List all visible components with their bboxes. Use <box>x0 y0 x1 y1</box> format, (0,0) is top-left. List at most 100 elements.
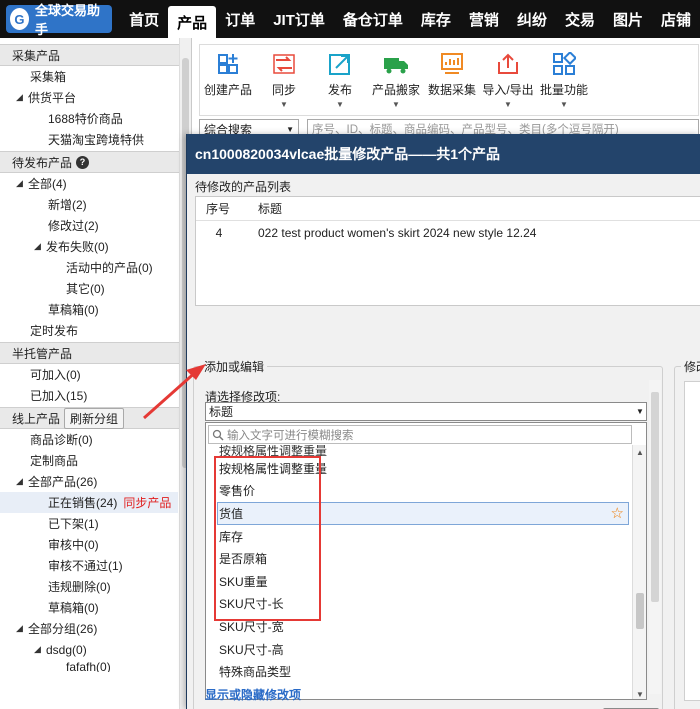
sidebar-item-supply-platform[interactable]: ◢ 供货平台 <box>0 87 191 108</box>
scroll-up-icon[interactable]: ▲ <box>633 445 646 459</box>
sidebar-item-can-join[interactable]: 可加入(0) <box>0 364 191 385</box>
section-online-products[interactable]: 线上产品 刷新分组 <box>0 407 191 429</box>
import-export-button[interactable]: 导入/导出 ▼ <box>480 51 536 115</box>
sidebar-item-publish-failed[interactable]: ◢ 发布失败(0) <box>0 236 191 257</box>
section-title: 线上产品 <box>12 411 61 426</box>
left-sidebar: 采集产品 采集箱 ◢ 供货平台 1688特价商品 天猫淘宝跨境特供 待发布产品? … <box>0 38 192 709</box>
field-select[interactable]: 标题 ▼ <box>205 402 647 421</box>
tool-label: 数据采集 <box>427 83 476 97</box>
help-icon[interactable]: ? <box>76 155 90 169</box>
sidebar-item-modified[interactable]: 修改过(2) <box>0 215 191 236</box>
expand-triangle-icon[interactable]: ◢ <box>16 178 24 189</box>
expand-triangle-icon[interactable]: ◢ <box>34 241 42 252</box>
dropdown-option[interactable]: 库存 <box>206 525 632 548</box>
sidebar-item-collect-box[interactable]: 采集箱 <box>0 66 191 87</box>
option-label: 货值 <box>219 506 244 521</box>
sidebar-item-label: dsdg(0) <box>46 642 87 657</box>
toggle-fields-link[interactable]: 显示或隐藏修改项 <box>205 686 301 703</box>
column-header-title[interactable]: 标题 <box>250 200 700 217</box>
sidebar-item-label: 发布失败(0) <box>46 240 109 254</box>
nav-products[interactable]: 产品 <box>168 6 217 38</box>
publish-button[interactable]: 发布 ▼ <box>312 51 368 115</box>
sidebar-item-diagnosis[interactable]: 商品诊断(0) <box>0 429 191 450</box>
expand-triangle-icon[interactable]: ◢ <box>34 644 42 655</box>
chevron-down-icon: ▼ <box>280 100 288 109</box>
sidebar-item-all-groups[interactable]: ◢ 全部分组(26) <box>0 618 191 639</box>
batch-functions-button[interactable]: 批量功能 ▼ <box>536 51 592 115</box>
sidebar-item-joined[interactable]: 已加入(15) <box>0 385 191 406</box>
sidebar-item-custom[interactable]: 定制商品 <box>0 450 191 471</box>
sidebar-item-all[interactable]: ◢ 全部(4) <box>0 173 191 194</box>
cell-title: 022 test product women's skirt 2024 new … <box>258 226 537 240</box>
sidebar-item-tmall-special[interactable]: 天猫淘宝跨境特供 <box>0 129 191 150</box>
nav-images[interactable]: 图片 <box>604 0 652 38</box>
sidebar-item-group-dsdg[interactable]: ◢ dsdg(0) <box>0 639 191 660</box>
sidebar-item-1688-special[interactable]: 1688特价商品 <box>0 108 191 129</box>
sidebar-item-on-sale[interactable]: 正在销售(24) 同步产品 <box>0 492 178 513</box>
dropdown-filter-input[interactable]: 输入文字可进行模糊搜索 <box>208 425 632 444</box>
expand-triangle-icon[interactable]: ◢ <box>16 476 24 487</box>
section-semi-managed[interactable]: 半托管产品 <box>0 342 191 364</box>
sidebar-item-delisted[interactable]: 已下架(1) <box>0 513 191 534</box>
nav-inventory[interactable]: 库存 <box>412 0 460 38</box>
dropdown-option[interactable]: SKU重量 <box>206 570 632 593</box>
sync-products-link[interactable]: 同步产品 <box>123 494 171 511</box>
sidebar-item-in-activity[interactable]: 活动中的产品(0) <box>0 257 191 278</box>
data-collect-button[interactable]: 数据采集 <box>424 51 480 115</box>
expand-triangle-icon[interactable]: ◢ <box>16 623 24 634</box>
nav-stock-orders[interactable]: 备仓订单 <box>334 0 412 38</box>
sidebar-item-violation-deleted[interactable]: 违规删除(0) <box>0 576 191 597</box>
logo-icon: G <box>10 8 29 30</box>
create-product-button[interactable]: 创建产品 <box>200 51 256 115</box>
dropdown-option[interactable]: 是否原箱 <box>206 547 632 570</box>
dropdown-scrollbar[interactable]: ▲ ▼ <box>632 445 646 699</box>
chevron-down-icon: ▼ <box>286 124 294 134</box>
nav-disputes[interactable]: 纠纷 <box>508 0 556 38</box>
sidebar-item-all-products[interactable]: ◢ 全部产品(26) <box>0 471 191 492</box>
nav-marketing[interactable]: 营销 <box>460 0 508 38</box>
modify-group-legend: 修改 <box>681 358 700 375</box>
sync-button[interactable]: 同步 ▼ <box>256 51 312 115</box>
dropdown-option[interactable]: 零售价 <box>206 480 632 503</box>
chevron-down-icon: ▼ <box>392 100 400 109</box>
app-logo[interactable]: G 全球交易助手 <box>6 3 113 37</box>
top-nav-bar: G 全球交易助手 首页 产品 订单 JIT订单 备仓订单 库存 营销 纠纷 交易… <box>0 0 700 38</box>
section-pending-products[interactable]: 待发布产品? <box>0 151 191 173</box>
scroll-down-icon[interactable]: ▼ <box>633 687 646 699</box>
publish-icon <box>326 51 354 77</box>
scroll-thumb[interactable] <box>636 593 644 629</box>
column-header-no[interactable]: 序号 <box>196 200 250 217</box>
dropdown-option[interactable]: SKU尺寸-高 <box>206 638 632 661</box>
dropdown-option[interactable]: 特殊商品类型 <box>206 660 632 683</box>
sidebar-item-reviewing[interactable]: 审核中(0) <box>0 534 191 555</box>
dropdown-option[interactable]: 按规格属性调整重量 <box>206 445 632 457</box>
sidebar-item-scheduled[interactable]: 定时发布 <box>0 320 191 341</box>
nav-store[interactable]: 店铺 <box>652 0 700 38</box>
field-select-value: 标题 <box>209 405 234 419</box>
star-icon[interactable]: ☆ <box>611 504 624 522</box>
product-list-label: 待修改的产品列表 <box>195 180 292 194</box>
nav-orders[interactable]: 订单 <box>216 0 264 38</box>
dropdown-option-selected[interactable]: 货值 ☆ <box>217 502 629 525</box>
refresh-groups-button[interactable]: 刷新分组 <box>64 407 125 429</box>
dropdown-option[interactable]: 按规格属性调整重量 <box>206 457 632 480</box>
scroll-thumb[interactable] <box>651 392 659 602</box>
table-row[interactable]: 4 022 test product women's skirt 2024 ne… <box>196 221 700 245</box>
modify-panel <box>684 381 700 701</box>
edit-panel-scrollbar[interactable] <box>649 380 661 694</box>
sidebar-item-new[interactable]: 新增(2) <box>0 194 191 215</box>
dropdown-option[interactable]: SKU尺寸-长 <box>206 593 632 616</box>
section-collect-products[interactable]: 采集产品 <box>0 44 191 66</box>
dropdown-option[interactable]: SKU尺寸-宽 <box>206 615 632 638</box>
nav-jit-orders[interactable]: JIT订单 <box>264 0 334 38</box>
sidebar-item-online-drafts[interactable]: 草稿箱(0) <box>0 597 191 618</box>
sidebar-item-drafts[interactable]: 草稿箱(0) <box>0 299 191 320</box>
nav-home[interactable]: 首页 <box>120 0 168 38</box>
expand-triangle-icon[interactable]: ◢ <box>16 92 24 103</box>
product-move-button[interactable]: 产品搬家 ▼ <box>368 51 424 115</box>
batch-icon <box>550 51 578 77</box>
sidebar-item-other[interactable]: 其它(0) <box>0 278 191 299</box>
sidebar-item-rejected[interactable]: 审核不通过(1) <box>0 555 191 576</box>
nav-trade[interactable]: 交易 <box>556 0 604 38</box>
sidebar-item-group-fafafh[interactable]: fafafh(0) <box>0 660 191 672</box>
